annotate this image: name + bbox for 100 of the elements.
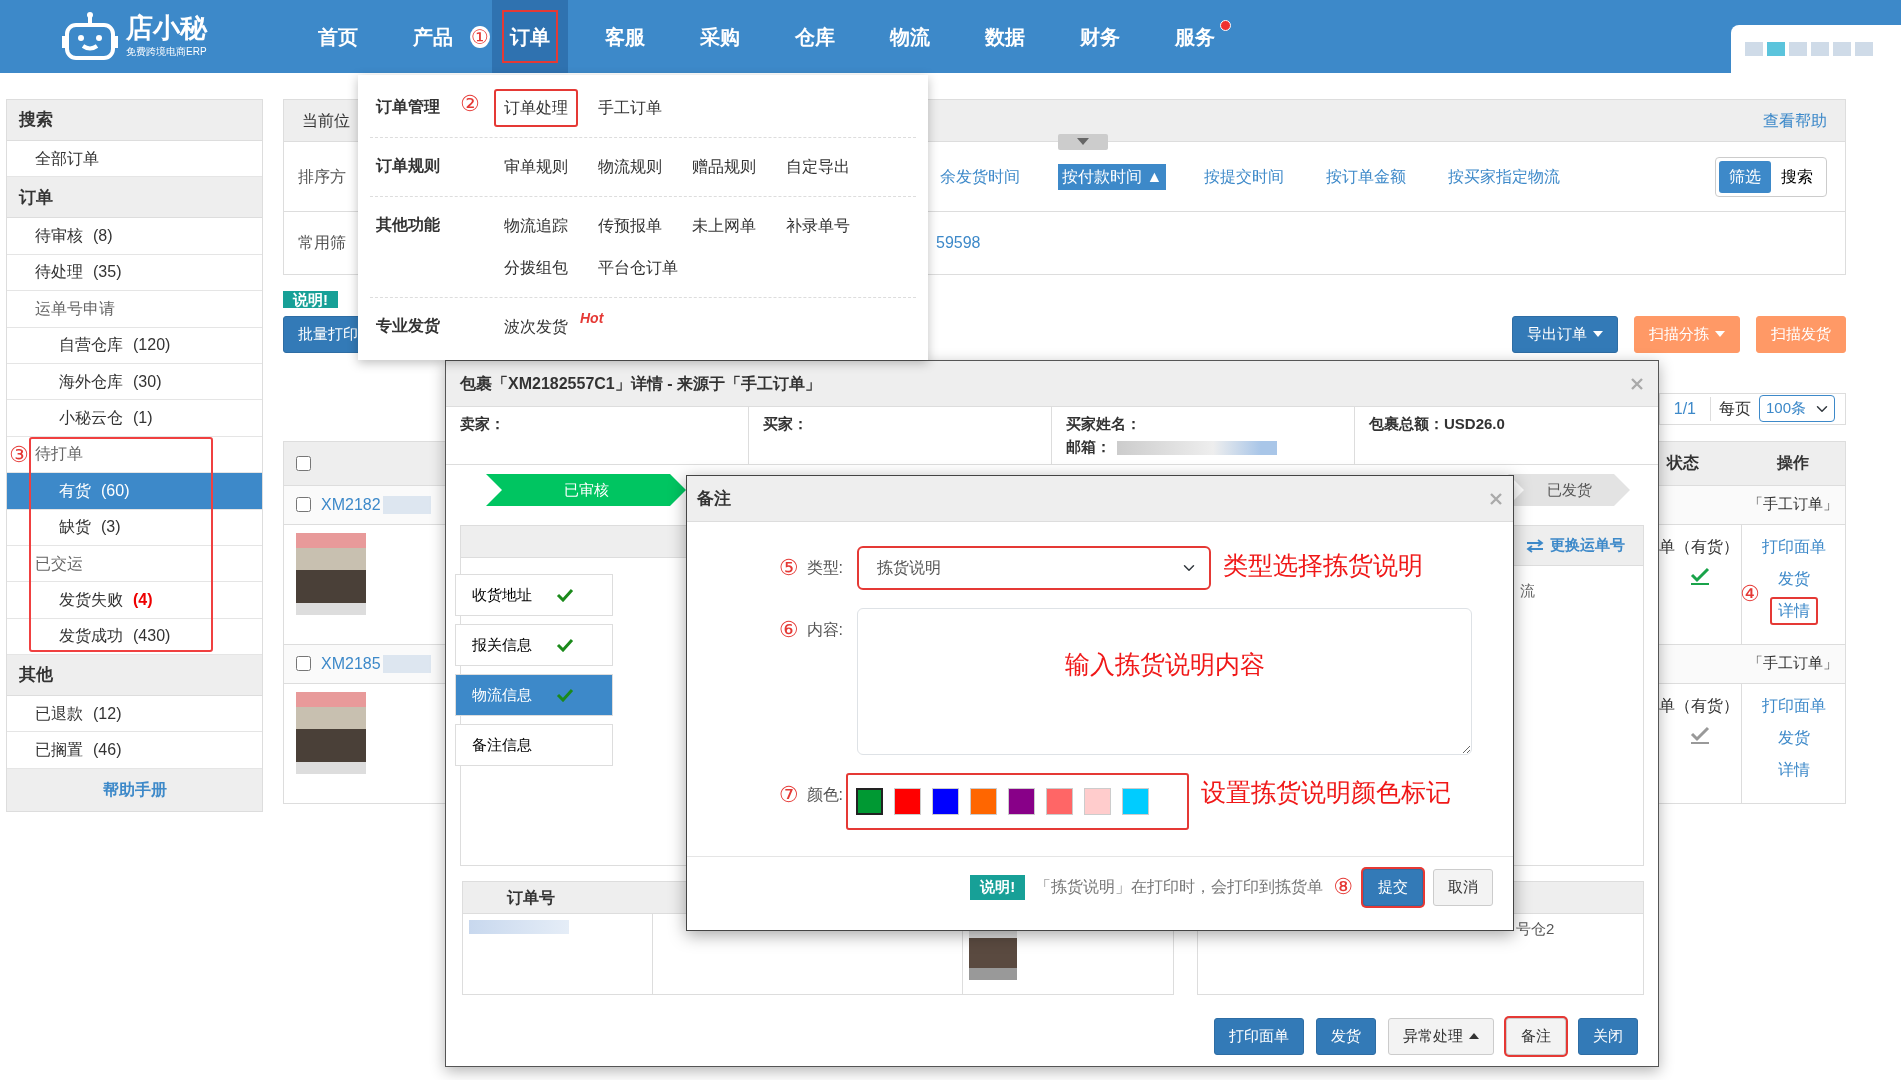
sidebar-item[interactable]: 已退款 (12) bbox=[7, 696, 262, 733]
menu-link[interactable]: 赠品规则 bbox=[682, 148, 766, 186]
sidebar-item[interactable]: 自营仓库 (120) bbox=[7, 327, 262, 364]
sidebar-item[interactable]: 已搁置 (46) bbox=[7, 732, 262, 769]
logo-title: 店小秘 bbox=[126, 14, 207, 44]
nav-menu-item[interactable]: 产品 bbox=[395, 0, 471, 73]
hot-tag: Hot bbox=[580, 308, 604, 329]
nav-menu-item[interactable]: 采购 bbox=[681, 0, 758, 73]
action-link[interactable]: 打印面单 bbox=[1753, 691, 1834, 720]
menu-link[interactable]: 平台仓订单 bbox=[588, 249, 688, 287]
menu-link[interactable]: 传预报单 bbox=[588, 207, 672, 245]
section-tab[interactable]: 备注信息 bbox=[455, 724, 613, 766]
callout-number: ③ bbox=[9, 443, 29, 466]
help-manual-link[interactable]: 帮助手册 bbox=[7, 768, 262, 811]
action-button[interactable]: 异常处理 bbox=[1388, 1018, 1494, 1055]
sort-option[interactable]: 余发货时间 bbox=[936, 163, 1024, 190]
field-label: 颜色: bbox=[806, 785, 843, 805]
dialog-title: 备注 bbox=[697, 487, 731, 510]
action-button[interactable]: 关闭 bbox=[1578, 1018, 1638, 1055]
nav-menu-item[interactable]: 首页 bbox=[300, 0, 376, 73]
order-number-link[interactable]: XM2182 bbox=[321, 492, 381, 517]
status-text: 单（有货） bbox=[1659, 695, 1740, 716]
action-link[interactable]: 详情 bbox=[1769, 596, 1818, 625]
notice-badge: 说明! bbox=[970, 875, 1026, 900]
sort-option[interactable]: 按买家指定物流 bbox=[1444, 163, 1565, 190]
nav-menu-item[interactable]: 客服 bbox=[586, 0, 663, 73]
sidebar-item[interactable]: 运单号申请 bbox=[7, 291, 262, 328]
annotation-text: 设置拣货说明颜色标记 bbox=[1201, 777, 1451, 808]
sidebar-item[interactable]: 有货 (60) bbox=[7, 473, 262, 510]
sidebar-section-title: 订单 bbox=[7, 177, 262, 219]
menu-link[interactable]: 自定导出 bbox=[776, 148, 860, 186]
menu-link[interactable]: 订单处理 bbox=[494, 89, 578, 127]
info-label: 买家姓名： bbox=[1066, 414, 1142, 434]
info-label: 买家： bbox=[763, 414, 809, 434]
filter-label: 常用筛 bbox=[298, 234, 346, 251]
callout-number: ⑦ bbox=[778, 784, 799, 806]
sidebar-item[interactable]: 发货失败 (4) bbox=[7, 582, 262, 619]
warehouse-text: 号仓2 bbox=[1516, 920, 1555, 937]
action-button[interactable]: 备注 bbox=[1506, 1018, 1566, 1055]
callout-number: ④ bbox=[1740, 582, 1760, 605]
menu-section-title: 订单规则 bbox=[374, 156, 441, 176]
logistics-text: 流 bbox=[1520, 582, 1535, 599]
callout-number: ⑤ bbox=[778, 557, 799, 579]
sidebar-item[interactable]: 待审核 (8) bbox=[7, 218, 262, 255]
menu-link[interactable]: 物流规则 bbox=[588, 148, 672, 186]
menu-link[interactable]: 分拨组包 bbox=[494, 249, 578, 287]
nav-menu-item[interactable]: 服务 bbox=[1156, 0, 1233, 73]
action-link[interactable]: 发货 bbox=[1769, 564, 1818, 593]
callout-number: ② bbox=[460, 91, 480, 116]
action-button[interactable]: 提交 bbox=[1363, 869, 1423, 906]
sidebar-item[interactable]: 已交运 bbox=[7, 545, 262, 583]
menu-link[interactable]: 物流追踪 bbox=[494, 207, 578, 245]
nav-menu-item[interactable]: 数据 bbox=[966, 0, 1043, 73]
section-tab[interactable]: 收货地址 bbox=[455, 574, 613, 616]
menu-link[interactable]: 未上网单 bbox=[682, 207, 766, 245]
status-text: 单（有货） bbox=[1659, 536, 1740, 557]
nav-menu-item[interactable]: 财务 bbox=[1061, 0, 1138, 73]
mode-toggle-button[interactable]: 筛选 bbox=[1719, 160, 1771, 193]
section-tab[interactable]: 报关信息 bbox=[455, 624, 613, 666]
menu-section-title: 其他功能 bbox=[375, 215, 441, 235]
action-link[interactable]: 发货 bbox=[1769, 723, 1818, 752]
callout-number: ⑧ bbox=[1333, 876, 1353, 899]
change-tracking-link[interactable]: 更换运单号 bbox=[1526, 534, 1625, 557]
notice-badge: 说明! bbox=[283, 291, 338, 308]
filter-link[interactable]: 59598 bbox=[936, 231, 981, 255]
menu-link[interactable]: 审单规则 bbox=[494, 148, 578, 186]
sidebar-item[interactable]: 小秘云仓 (1) bbox=[7, 400, 262, 437]
sidebar-item[interactable]: 缺货 (3) bbox=[7, 509, 262, 546]
page-size-select[interactable]: 100条 bbox=[1759, 395, 1835, 422]
action-button[interactable]: 取消 bbox=[1433, 869, 1493, 906]
column-header: 状态 bbox=[1665, 453, 1700, 473]
order-number-link[interactable]: XM2185 bbox=[321, 651, 381, 676]
nav-menu-item[interactable]: 物流 bbox=[871, 0, 948, 73]
action-button[interactable]: 发货 bbox=[1316, 1018, 1376, 1055]
progress-step: 已审核 bbox=[486, 474, 686, 506]
logo-tagline: 免费跨境电商ERP bbox=[126, 44, 207, 59]
action-link[interactable]: 详情 bbox=[1769, 755, 1818, 784]
nav-menu-item[interactable]: 仓库 bbox=[776, 0, 853, 73]
help-link[interactable]: 查看帮助 bbox=[1763, 108, 1827, 133]
sidebar-item[interactable]: 待处理 (35) bbox=[7, 254, 262, 292]
action-button[interactable]: 导出订单 bbox=[1512, 316, 1618, 353]
sort-option[interactable]: 按订单金额 bbox=[1322, 163, 1411, 190]
order-source: 「手工订单」 bbox=[1747, 494, 1839, 515]
sidebar-section-title: 其他 bbox=[7, 655, 262, 697]
menu-link[interactable]: 手工订单 bbox=[588, 89, 672, 127]
info-label: 包裹总额：USD26.0 bbox=[1369, 414, 1506, 434]
info-label: 邮箱： bbox=[1066, 437, 1111, 455]
menu-link[interactable]: 波次发货 bbox=[494, 308, 578, 346]
section-tab[interactable]: 物流信息 bbox=[455, 674, 613, 716]
sort-label: 排序方 bbox=[298, 167, 346, 185]
nav-menu-item[interactable]: 订单 bbox=[491, 0, 568, 73]
action-button[interactable]: 打印面单 bbox=[1214, 1018, 1304, 1055]
column-header: 操作 bbox=[1775, 453, 1810, 473]
type-select[interactable]: 拣货说明 bbox=[857, 546, 1211, 590]
dialog-title: 包裹「XM2182557C1」详情 - 来源于「手工订单」 bbox=[460, 373, 821, 394]
sidebar-item[interactable]: 海外仓库 (30) bbox=[7, 363, 262, 401]
sort-option[interactable]: 按提交时间 bbox=[1200, 163, 1289, 190]
menu-link[interactable]: 补录单号 bbox=[776, 207, 860, 245]
action-link[interactable]: 打印面单 bbox=[1753, 532, 1834, 561]
callout-number: ⑥ bbox=[778, 619, 799, 641]
